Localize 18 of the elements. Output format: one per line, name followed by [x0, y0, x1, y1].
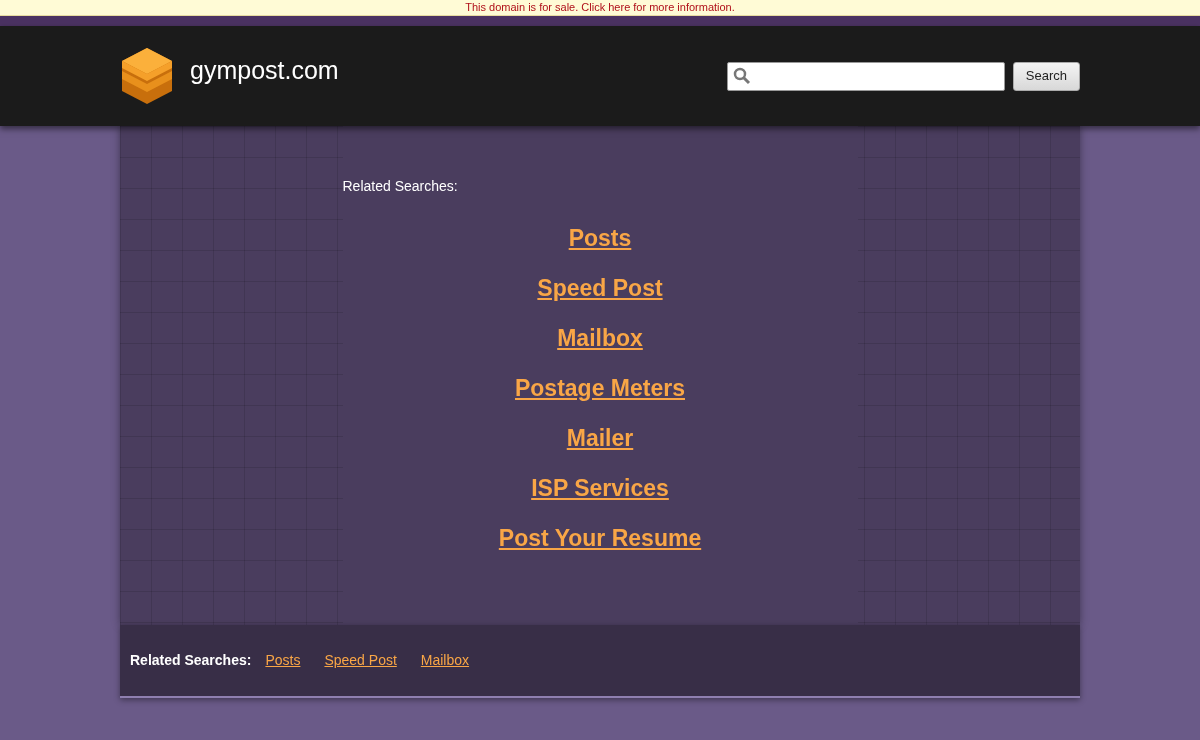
- search-icon: [732, 67, 751, 85]
- related-search-link[interactable]: Mailer: [566, 413, 634, 463]
- related-search-link[interactable]: Posts: [568, 213, 632, 263]
- related-search-link[interactable]: Postage Meters: [515, 363, 685, 413]
- search-button[interactable]: Search: [1012, 61, 1080, 91]
- footer-search-link[interactable]: Speed Post: [324, 650, 397, 671]
- site-name: gympost.com: [190, 55, 339, 87]
- related-search-link[interactable]: Post Your Resume: [498, 513, 702, 563]
- search-field[interactable]: [726, 61, 1005, 91]
- related-search-link[interactable]: Speed Post: [537, 263, 663, 313]
- related-searches-heading: Related Searches:: [342, 177, 459, 196]
- layered-cube-logo-icon: [120, 46, 174, 106]
- related-search-link[interactable]: ISP Services: [531, 463, 669, 513]
- footer-related-label: Related Searches:: [130, 651, 252, 670]
- for-sale-notice-link[interactable]: This domain is for sale. Click here for more information.: [465, 1, 735, 13]
- footer-search-link[interactable]: Posts: [265, 650, 301, 671]
- footer-search-link[interactable]: Mailbox: [420, 650, 470, 671]
- related-search-link[interactable]: Mailbox: [557, 313, 643, 363]
